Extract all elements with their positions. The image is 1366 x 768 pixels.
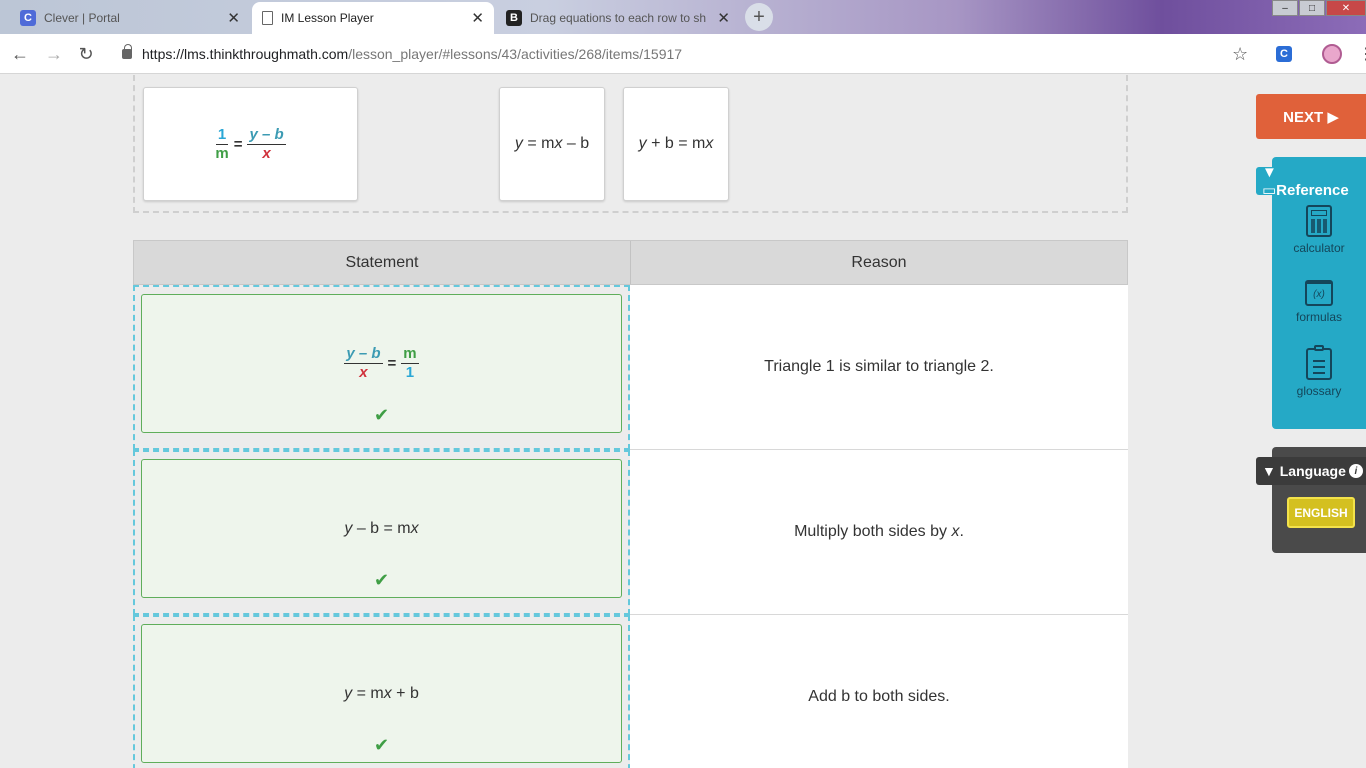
equation-text: y – b = mx: [344, 519, 419, 537]
window-close-icon[interactable]: ✕: [1326, 0, 1366, 16]
equation-card[interactable]: y = mx – b: [499, 87, 605, 201]
new-tab-button[interactable]: +: [745, 3, 773, 31]
clever-favicon-icon: C: [20, 10, 36, 26]
fraction: m 1: [401, 345, 419, 381]
language-toggle[interactable]: ▼ Language i: [1256, 457, 1366, 485]
equation-card[interactable]: y + b = mx: [623, 87, 729, 201]
tab-title: Drag equations to each row to sh: [530, 11, 707, 25]
statement-card[interactable]: y = mx + b ✔: [141, 624, 622, 763]
url-path: /lesson_player/#lessons/43/activities/26…: [348, 46, 683, 62]
reference-toggle[interactable]: ▼ ▭Reference: [1256, 164, 1366, 199]
browser-toolbar: ← → ↻ https://lms.thinkthroughmath.com/l…: [0, 34, 1366, 74]
lock-icon: [122, 44, 132, 59]
tab-clever-portal[interactable]: C Clever | Portal ✕: [10, 2, 250, 34]
table-row: y – b x = m 1 ✔ Triangle 1 is similar to…: [133, 285, 1128, 450]
equation-card[interactable]: 1 m = y – b x: [143, 87, 358, 201]
glossary-tool[interactable]: glossary: [1272, 345, 1366, 398]
calculator-icon: [1306, 205, 1332, 237]
minimize-icon[interactable]: –: [1272, 0, 1298, 16]
tab-drag-equations[interactable]: B Drag equations to each row to sh ✕: [496, 2, 740, 34]
back-arrow-icon[interactable]: ←: [8, 42, 32, 66]
tab-strip: C Clever | Portal ✕ IM Lesson Player ✕ B…: [0, 0, 1366, 34]
profile-avatar[interactable]: [1322, 44, 1342, 64]
table-header: Statement Reason: [133, 240, 1128, 285]
proof-table: Statement Reason y – b x = m 1 ✔ Triangl…: [133, 240, 1128, 768]
equation-text: y = mx – b: [514, 135, 590, 152]
tab-close-icon[interactable]: ✕: [717, 9, 730, 27]
lesson-page: 1 m = y – b x y = mx – b y + b = mx Stat…: [0, 75, 1366, 768]
statement-card[interactable]: y – b = mx ✔: [141, 459, 622, 598]
clever-extension-icon[interactable]: C: [1276, 46, 1292, 62]
reason-cell: Multiply both sides by x.: [630, 450, 1128, 615]
formulas-tool[interactable]: (x) formulas: [1272, 280, 1366, 324]
browser-menu-icon[interactable]: ⋮: [1358, 44, 1366, 64]
tab-im-lesson-player[interactable]: IM Lesson Player ✕: [252, 2, 494, 34]
url-host: https://lms.thinkthroughmath.com: [142, 46, 349, 62]
forward-arrow-icon[interactable]: →: [42, 42, 66, 66]
bookmark-star-icon[interactable]: ☆: [1232, 44, 1248, 65]
tab-title: IM Lesson Player: [281, 11, 374, 25]
reason-cell: Add b to both sides.: [630, 615, 1128, 768]
statement-dropzone[interactable]: y – b x = m 1 ✔: [133, 285, 630, 450]
tab-title: Clever | Portal: [44, 11, 120, 25]
formulas-icon: (x): [1305, 280, 1333, 306]
fraction: y – b x: [247, 125, 286, 162]
statement-card[interactable]: y – b x = m 1 ✔: [141, 294, 622, 433]
column-header-reason: Reason: [851, 253, 907, 271]
fraction: y – b x: [344, 345, 383, 381]
calculator-tool[interactable]: calculator: [1272, 205, 1366, 255]
statement-dropzone[interactable]: y = mx + b ✔: [133, 615, 630, 768]
address-bar[interactable]: https://lms.thinkthroughmath.com/lesson_…: [112, 40, 1262, 68]
reload-icon[interactable]: ↻: [74, 42, 98, 66]
table-row: y = mx + b ✔ Add b to both sides.: [133, 615, 1128, 768]
reason-cell: Triangle 1 is similar to triangle 2.: [630, 285, 1128, 450]
check-icon: ✔: [373, 570, 390, 590]
info-icon[interactable]: i: [1348, 464, 1363, 478]
tool-label: formulas: [1295, 310, 1342, 324]
window-controls: – □ ✕: [1271, 0, 1366, 18]
equation-text: y + b = mx: [638, 135, 714, 152]
statement-dropzone[interactable]: y – b = mx ✔: [133, 450, 630, 615]
tool-label: calculator: [1293, 241, 1345, 255]
tool-label: glossary: [1296, 384, 1342, 398]
check-icon: ✔: [373, 405, 390, 425]
fraction: 1 m: [215, 125, 229, 162]
english-button[interactable]: ENGLISH: [1287, 497, 1355, 528]
check-icon: ✔: [373, 735, 390, 755]
column-header-statement: Statement: [134, 241, 631, 284]
brainly-favicon-icon: B: [506, 10, 522, 26]
next-button[interactable]: NEXT ▶: [1256, 94, 1366, 139]
equation-text: y = mx + b: [344, 684, 419, 702]
maximize-icon[interactable]: □: [1299, 0, 1325, 16]
tab-close-icon[interactable]: ✕: [471, 9, 484, 27]
document-icon: [262, 11, 273, 25]
clipboard-icon: [1306, 345, 1332, 380]
table-row: y – b = mx ✔ Multiply both sides by x.: [133, 450, 1128, 615]
tab-close-icon[interactable]: ✕: [227, 9, 240, 27]
